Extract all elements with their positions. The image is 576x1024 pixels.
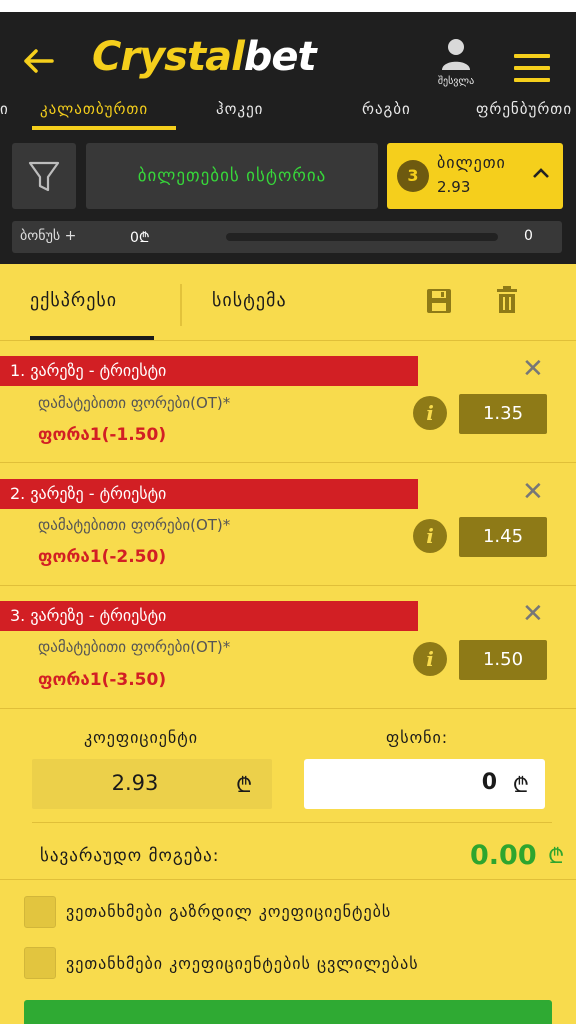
- selection-odd: 1.50: [459, 640, 547, 680]
- selection-title: 3. ვარეზე - ტრიესტი: [0, 601, 418, 631]
- info-icon[interactable]: i: [413, 642, 447, 676]
- tab-express[interactable]: ექსპრესი: [30, 290, 117, 311]
- info-icon[interactable]: i: [413, 519, 447, 553]
- info-icon[interactable]: i: [413, 396, 447, 430]
- logo-accent: bet: [243, 34, 317, 80]
- divider: [0, 879, 576, 880]
- login-button[interactable]: შესვლა: [428, 38, 484, 96]
- hamburger-menu-icon[interactable]: [514, 54, 550, 86]
- place-bet-button[interactable]: [24, 1000, 552, 1024]
- bonus-amount: 0₾: [130, 230, 150, 246]
- selection-pick: ფორა1(-3.50): [38, 670, 167, 690]
- back-arrow-icon[interactable]: [22, 46, 56, 76]
- page: Crystalbet შესვლა ი კალათბურთი ჰოკეი რაგ…: [0, 0, 576, 1024]
- accept-odds-change-checkbox[interactable]: [24, 947, 56, 979]
- bonus-label: ბონუს +: [20, 228, 77, 244]
- stake-label: ფსონი:: [386, 728, 449, 747]
- selection-odd: 1.45: [459, 517, 547, 557]
- save-icon[interactable]: [426, 288, 452, 314]
- stake-value: 0: [481, 770, 497, 795]
- coefficient-field: 2.93 ₾: [32, 759, 272, 809]
- selection-pick: ფორა1(-2.50): [38, 547, 167, 567]
- ticket-count-badge: 3: [397, 160, 429, 192]
- accept-increased-odds-checkbox[interactable]: [24, 896, 56, 928]
- bonus-value: 0: [524, 228, 533, 244]
- divider: [32, 822, 552, 823]
- checkbox-label: ვეთანხმები კოეფიციენტების ცვლილებას: [66, 954, 419, 973]
- close-icon[interactable]: ✕: [522, 601, 544, 627]
- close-icon[interactable]: ✕: [522, 356, 544, 382]
- filter-button[interactable]: [12, 143, 76, 209]
- ticket-label: ბილეთი: [437, 153, 506, 172]
- tab-rugby[interactable]: რაგბი: [362, 100, 411, 118]
- brand-logo[interactable]: Crystalbet: [92, 34, 317, 80]
- selection-odd: 1.35: [459, 394, 547, 434]
- selection-market: დამატებითი ფორები(OT)*: [38, 516, 231, 534]
- coefficient-value: 2.93: [111, 771, 159, 795]
- trash-icon[interactable]: [496, 286, 518, 314]
- ticket-odds: 2.93: [437, 178, 471, 196]
- coefficient-label: კოეფიციენტი: [84, 728, 199, 747]
- status-area: [0, 0, 576, 12]
- selection-title: 2. ვარეზე - ტრიესტი: [0, 479, 418, 509]
- divider: [0, 340, 576, 341]
- ticket-toggle-button[interactable]: 3 ბილეთი 2.93: [387, 143, 563, 209]
- divider: [0, 585, 576, 586]
- lari-icon: ₾: [236, 773, 253, 797]
- tab-partial[interactable]: ი: [0, 100, 9, 118]
- tab-hockey[interactable]: ჰოკეი: [216, 100, 263, 118]
- lari-icon: ₾: [548, 844, 565, 868]
- selection-pick: ფორა1(-1.50): [38, 425, 167, 445]
- divider: [0, 462, 576, 463]
- selection-market: დამატებითი ფორები(OT)*: [38, 638, 231, 656]
- checkbox-label: ვეთანხმები გაზრდილ კოეფიციენტებს: [66, 902, 392, 921]
- user-icon: [442, 39, 470, 70]
- bet-type-separator: [180, 284, 182, 326]
- ticket-history-button[interactable]: ბილეთების ისტორია: [86, 143, 378, 209]
- close-icon[interactable]: ✕: [522, 479, 544, 505]
- logo-main: Crystal: [92, 34, 245, 80]
- possible-win-label: სავარაუდო მოგება:: [40, 846, 220, 866]
- selection-market: დამატებითი ფორები(OT)*: [38, 394, 231, 412]
- login-label: შესვლა: [437, 76, 475, 87]
- tab-volleyball[interactable]: ფრენბურთი: [476, 100, 572, 118]
- chevron-up-icon: [531, 163, 551, 188]
- tab-basketball[interactable]: კალათბურთი: [40, 100, 148, 118]
- active-tab-indicator: [32, 126, 176, 130]
- selection-title: 1. ვარეზე - ტრიესტი: [0, 356, 418, 386]
- divider: [0, 708, 576, 709]
- header: Crystalbet შესვლა: [0, 12, 576, 96]
- bonus-progress-bar: [226, 233, 498, 241]
- bonus-bar: ბონუს + 0₾ 0: [12, 221, 562, 253]
- possible-win-value: 0.00: [470, 840, 537, 871]
- stake-input[interactable]: 0 ₾: [304, 759, 545, 809]
- tab-system[interactable]: სისტემა: [212, 290, 287, 311]
- lari-icon: ₾: [512, 773, 529, 797]
- filter-icon: [28, 161, 60, 192]
